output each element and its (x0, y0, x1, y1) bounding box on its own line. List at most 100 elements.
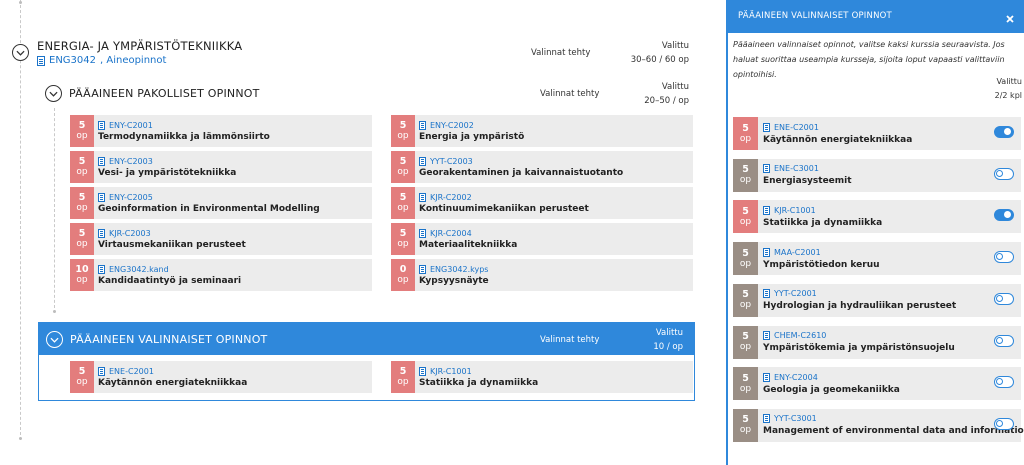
credit-unit: op (739, 258, 752, 269)
course-select-toggle[interactable] (994, 417, 1014, 430)
credit-unit: op (739, 383, 752, 394)
credit-badge: 0 op (391, 259, 415, 291)
root-code-link[interactable]: ENG3042 (49, 55, 96, 66)
course-card[interactable]: 5 op KJR-C1001 Statiikka ja dynamiikka (733, 200, 1021, 234)
course-code-link[interactable]: KJR-C1001 (774, 206, 816, 215)
course-code-link[interactable]: YYT-C2003 (430, 157, 473, 166)
credit-badge: 5 op (391, 187, 415, 219)
course-select-toggle[interactable] (994, 251, 1014, 264)
course-code-line: ENE-C2001 (763, 122, 912, 132)
toggle-knob (996, 419, 1003, 427)
course-card[interactable]: 10 op ENG3042.kand Kandidaatintyö ja semina… (70, 259, 372, 291)
course-card[interactable]: 5 op ENE-C2001 Käytännön energiatekniikkaa (70, 361, 372, 393)
course-name: Vesi- ja ympäristötekniikka (98, 167, 237, 178)
course-code-line: ENY-C2004 (763, 372, 900, 382)
course-card[interactable]: 5 op MAA-C2001 Ympäristötiedon keruu (733, 242, 1021, 276)
course-card[interactable]: 5 op CHEM-C2610 Ympäristökemia ja ympäristö… (733, 325, 1021, 359)
course-card[interactable]: 5 op ENY-C2004 Geologia ja geomekaniikka (733, 367, 1021, 401)
credit-value: 5 (742, 247, 749, 259)
course-info: YYT-C3001 Management of environmental dat… (758, 409, 1024, 442)
course-code-link[interactable]: KJR-C2004 (430, 229, 472, 238)
course-code-link[interactable]: ENY-C2004 (774, 373, 818, 382)
course-info: MAA-C2001 Ympäristötiedon keruu (758, 242, 880, 275)
course-card[interactable]: 5 op KJR-C2002 Kontinuumimekaniikan peruste… (391, 187, 693, 219)
optional-status: Valinnat tehty (540, 335, 600, 345)
course-name: Georakentaminen ja kaivannaistuotanto (419, 167, 624, 178)
course-name: Management of environmental data and inf… (763, 426, 1024, 437)
course-select-toggle[interactable] (994, 292, 1014, 305)
course-code-link[interactable]: KJR-C1001 (430, 367, 472, 376)
course-code-line: MAA-C2001 (763, 247, 880, 257)
course-card[interactable]: 5 op ENY-C2005 Geoinformation in Environmen… (70, 187, 372, 219)
course-select-toggle[interactable] (994, 126, 1014, 138)
document-icon (37, 55, 45, 66)
course-code-link[interactable]: ENE-C2001 (774, 123, 819, 132)
course-code-link[interactable]: ENE-C3001 (774, 164, 819, 173)
course-code-link[interactable]: ENE-C2001 (109, 367, 154, 376)
course-code-line: ENY-C2003 (98, 156, 236, 166)
course-select-toggle[interactable] (994, 209, 1014, 222)
course-code-line: KJR-C1001 (419, 366, 538, 376)
credit-badge: 5 op (733, 242, 758, 276)
credit-value: 5 (399, 156, 407, 167)
course-code-link[interactable]: ENY-C2003 (109, 157, 153, 166)
optional-group-box: PÄÄAINEEN VALINNAISET OPINNOT Valinnat t… (38, 322, 695, 401)
course-card[interactable]: 5 op KJR-C1001 Statiikka ja dynamiikka (391, 361, 693, 393)
course-code-line: ENE-C2001 (98, 366, 247, 376)
course-name: Käytännön energiatekniikkaa (763, 134, 913, 145)
optional-group-header[interactable]: PÄÄAINEEN VALINNAISET OPINNOT Valinnat t… (39, 323, 694, 355)
credit-value: 5 (399, 228, 407, 239)
collapse-toggle-optional[interactable] (46, 331, 63, 348)
credit-unit: op (397, 131, 409, 141)
course-info: ENY-C2001 Termodynamiikka ja lämmönsiirto (94, 115, 270, 147)
course-card[interactable]: 5 op ENY-C2001 Termodynamiikka ja lämmönsii… (70, 115, 372, 147)
course-select-toggle[interactable] (994, 376, 1014, 389)
course-card[interactable]: 5 op KJR-C2003 Virtausmekaniikan perusteet (70, 223, 372, 255)
course-name: Kandidaatintyö ja seminaari (98, 275, 242, 286)
course-code-link[interactable]: ENY-C2002 (430, 121, 474, 130)
document-icon (763, 289, 770, 299)
course-info: ENY-C2003 Vesi- ja ympäristötekniikka (94, 151, 236, 183)
tree-dot (19, 1, 22, 4)
tree-line-sub (54, 108, 55, 313)
course-name: Geoinformation in Environmental Modellin… (98, 203, 320, 214)
course-info: KJR-C2002 Kontinuumimekaniikan perusteet (415, 187, 589, 219)
course-select-toggle[interactable] (994, 334, 1014, 347)
course-info: YYT-C2003 Georakentaminen ja kaivannaistu… (415, 151, 623, 183)
document-icon (419, 192, 426, 202)
credit-value: 5 (78, 192, 86, 203)
credit-unit: op (739, 342, 752, 352)
course-card[interactable]: 5 op ENY-C2003 Vesi- ja ympäristötekniikka (70, 151, 372, 183)
course-select-toggle[interactable] (994, 167, 1014, 180)
course-card[interactable]: 5 op YYT-C3001 Management of environmental … (733, 408, 1024, 442)
credit-unit: op (739, 133, 752, 144)
document-icon (763, 372, 770, 382)
course-code-link[interactable]: YYT-C3001 (774, 414, 817, 423)
course-card[interactable]: 0 op ENG3042.kyps Kypsyysnäyte (391, 259, 693, 291)
credit-badge: 5 op (733, 200, 758, 234)
document-icon (763, 247, 770, 257)
course-code-link[interactable]: YYT-C2001 (774, 289, 817, 298)
course-code-link[interactable]: KJR-C2003 (109, 229, 151, 238)
collapse-toggle-mandatory[interactable] (45, 85, 62, 102)
course-card[interactable]: 5 op YYT-C2003 Georakentaminen ja kaivannai… (391, 151, 693, 183)
course-info: YYT-C2001 Hydrologian ja hydrauliikan per… (758, 284, 956, 317)
course-code-link[interactable]: ENG3042.kyps (430, 265, 488, 274)
course-code-link[interactable]: ENY-C2001 (109, 121, 153, 130)
course-code-link[interactable]: ENG3042.kand (109, 265, 169, 274)
course-info: ENY-C2004 Geologia ja geomekaniikka (758, 367, 900, 400)
course-code-link[interactable]: MAA-C2001 (774, 248, 821, 257)
collapse-toggle-root[interactable] (12, 44, 29, 61)
course-code-link[interactable]: KJR-C2002 (430, 193, 472, 202)
course-card[interactable]: 5 op ENY-C2002 Energia ja ympäristö (391, 115, 693, 147)
close-button[interactable] (1004, 10, 1016, 23)
course-card[interactable]: 5 op YYT-C2001 Hydrologian ja hydrauliikan … (733, 283, 1021, 317)
course-code-link[interactable]: CHEM-C2610 (774, 331, 826, 340)
toggle-knob (996, 336, 1003, 344)
course-name: Energia ja ympäristö (419, 131, 525, 142)
course-card[interactable]: 5 op ENE-C2001 Käytännön energiatekniikkaa (733, 117, 1021, 150)
document-icon (419, 366, 426, 376)
course-card[interactable]: 5 op KJR-C2004 Materiaalitekniikka (391, 223, 693, 255)
course-code-link[interactable]: ENY-C2005 (109, 193, 153, 202)
course-card[interactable]: 5 op ENE-C3001 Energiasysteemit (733, 158, 1021, 192)
